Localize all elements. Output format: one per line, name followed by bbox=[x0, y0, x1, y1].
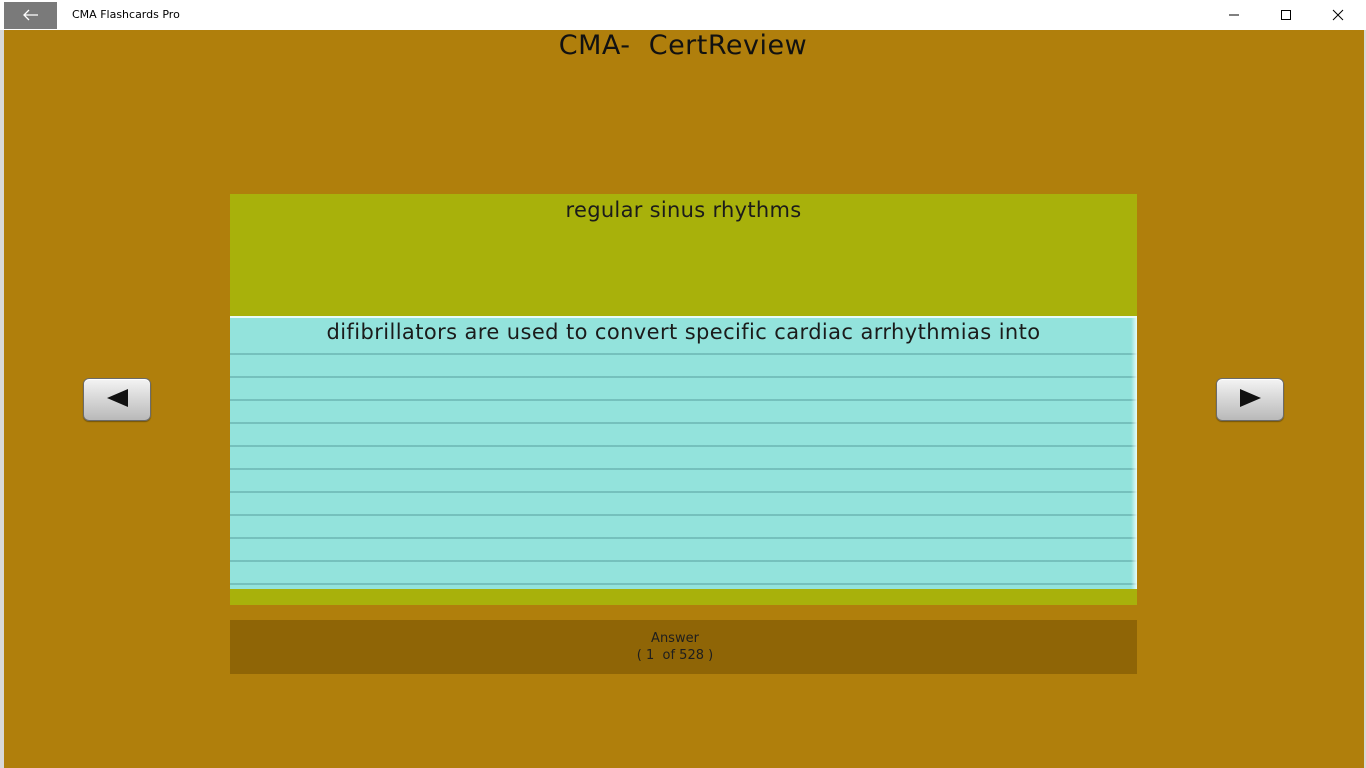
card-question-text: difibrillators are used to convert speci… bbox=[326, 320, 1041, 344]
minimize-button[interactable] bbox=[1209, 0, 1259, 30]
app-title: CMA Flashcards Pro bbox=[72, 8, 180, 21]
arrow-left-icon bbox=[22, 6, 39, 25]
ruled-lines bbox=[230, 318, 1137, 589]
previous-card-button[interactable] bbox=[83, 378, 151, 421]
answer-label: Answer bbox=[651, 631, 699, 646]
triangle-left-icon bbox=[104, 387, 130, 413]
title-bar: CMA Flashcards Pro bbox=[0, 0, 1366, 30]
maximize-icon bbox=[1280, 6, 1292, 25]
maximize-button[interactable] bbox=[1261, 0, 1311, 30]
close-icon bbox=[1332, 6, 1344, 25]
minimize-icon bbox=[1228, 6, 1240, 25]
back-button[interactable] bbox=[4, 2, 57, 29]
page-title: CMA- CertReview bbox=[558, 30, 808, 61]
triangle-right-icon bbox=[1237, 387, 1263, 413]
flashcard: regular sinus rhythms difibrillators are… bbox=[230, 194, 1137, 605]
next-card-button[interactable] bbox=[1216, 378, 1284, 421]
answer-button[interactable]: Answer ( 1 of 528 ) bbox=[230, 620, 1137, 674]
card-answer-text: regular sinus rhythms bbox=[565, 198, 802, 222]
card-question-panel: difibrillators are used to convert speci… bbox=[230, 316, 1137, 589]
panel-edge bbox=[1131, 318, 1137, 589]
card-counter: ( 1 of 528 ) bbox=[636, 648, 714, 663]
close-button[interactable] bbox=[1313, 0, 1363, 30]
